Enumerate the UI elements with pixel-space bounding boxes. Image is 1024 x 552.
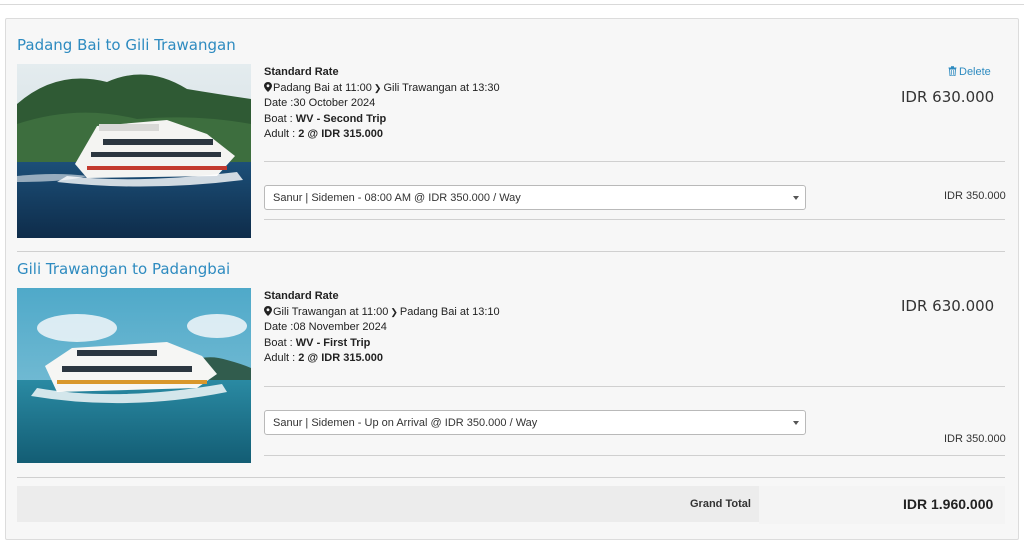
chevron-right-icon: ❯ — [390, 306, 398, 317]
trip-1-transfer-select[interactable]: Sanur | Sidemen - 08:00 AM @ IDR 350.000… — [264, 185, 806, 210]
trip-separator — [17, 477, 1005, 478]
trip-2-adult-value: 2 @ IDR 315.000 — [298, 352, 383, 364]
trip-1-price: IDR 630.000 — [901, 88, 995, 106]
trip-1-rate-name: Standard Rate — [264, 66, 339, 78]
trip-1-transfer-selected: Sanur | Sidemen - 08:00 AM @ IDR 350.000… — [273, 192, 521, 204]
trip-1-boat-name: WV - Second Trip — [295, 112, 387, 125]
delete-trip-1-button[interactable]: Delete — [948, 66, 991, 78]
trip-1-adult-value: 2 @ IDR 315.000 — [298, 128, 383, 140]
trip-1-route-from: Padang Bai at 11:00 — [273, 81, 372, 94]
divider — [264, 386, 1005, 387]
trip-1-adult: Adult : 2 @ IDR 315.000 — [264, 127, 500, 143]
divider — [264, 161, 1005, 162]
grand-total-value: IDR 1.960.000 — [903, 496, 994, 512]
trip-1-boat-image — [17, 64, 251, 238]
trip-2-transfer-selected: Sanur | Sidemen - Up on Arrival @ IDR 35… — [273, 417, 538, 429]
divider — [264, 455, 1005, 456]
map-marker-icon — [264, 81, 272, 92]
trip-1-transfer-price: IDR 350.000 — [944, 190, 1006, 202]
trip-1-details: Standard Rate Padang Bai at 11:00 ❯ Gili T… — [264, 65, 500, 143]
delete-label: Delete — [959, 66, 991, 78]
trip-2-rate-name: Standard Rate — [264, 290, 339, 302]
trip-1-title: Padang Bai to Gili Trawangan — [17, 36, 236, 54]
trip-2-adult: Adult : 2 @ IDR 315.000 — [264, 351, 500, 367]
trip-1-adult-label: Adult : — [264, 128, 299, 140]
trip-2-adult-label: Adult : — [264, 352, 299, 364]
trip-separator — [17, 251, 1005, 252]
trip-2-boat-name: WV - First Trip — [295, 336, 371, 349]
trip-1-route-to: Gili Trawangan at 13:30 — [383, 81, 500, 94]
divider — [264, 219, 1005, 220]
trip-2-route-to: Padang Bai at 13:10 — [399, 305, 500, 318]
grand-total-label: Grand Total — [690, 498, 751, 510]
top-divider — [0, 4, 1024, 5]
trip-1-route: Padang Bai at 11:00 ❯ Gili Trawangan at 13… — [264, 81, 500, 97]
trash-icon — [948, 66, 957, 76]
map-marker-icon — [264, 305, 272, 316]
trip-2-boat: Boat : WV - First Trip — [264, 336, 500, 352]
trip-1-boat: Boat : WV - Second Trip — [264, 112, 500, 128]
trip-2-date: Date :08 November 2024 — [264, 321, 387, 333]
booking-summary-panel: Padang Bai to Gili Trawangan Standard Ra… — [5, 18, 1019, 540]
caret-down-icon — [793, 196, 799, 200]
trip-1-date: Date :30 October 2024 — [264, 97, 376, 109]
trip-2-boat-label: Boat : — [264, 336, 296, 349]
trip-2-title: Gili Trawangan to Padangbai — [17, 260, 231, 278]
trip-1-boat-label: Boat : — [264, 112, 296, 125]
trip-2-transfer-price: IDR 350.000 — [944, 433, 1006, 445]
trip-2-route-from: Gili Trawangan at 11:00 — [273, 305, 389, 318]
trip-2-details: Standard Rate Gili Trawangan at 11:00 ❯ Pa… — [264, 289, 500, 367]
trip-2-route: Gili Trawangan at 11:00 ❯ Padang Bai at 13… — [264, 305, 500, 321]
chevron-right-icon: ❯ — [373, 82, 382, 93]
caret-down-icon — [793, 421, 799, 425]
trip-2-price: IDR 630.000 — [901, 297, 995, 315]
trip-2-transfer-select[interactable]: Sanur | Sidemen - Up on Arrival @ IDR 35… — [264, 410, 806, 435]
trip-2-boat-image — [17, 288, 251, 463]
